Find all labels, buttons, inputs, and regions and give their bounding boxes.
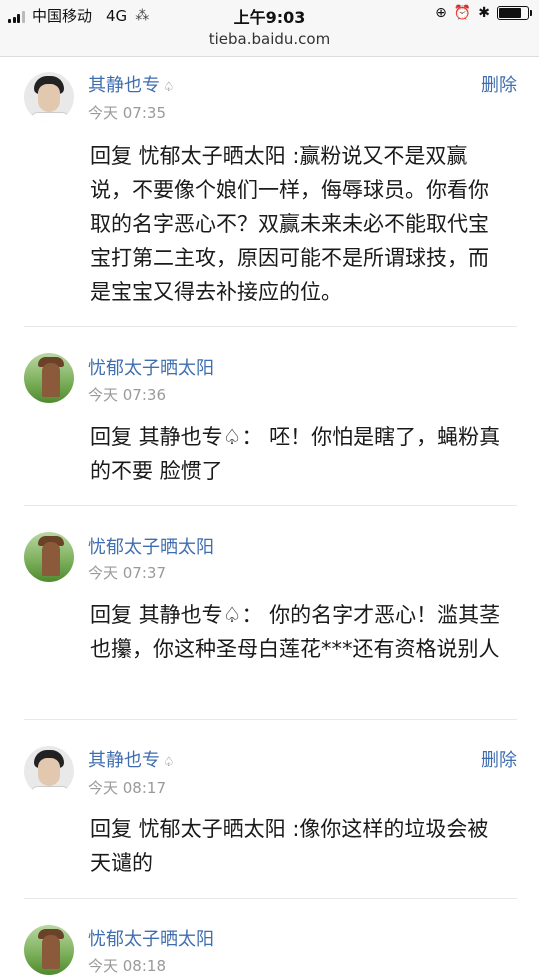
username[interactable]: 忧郁太子晒太阳: [88, 533, 214, 559]
reply-text: 回复 其静也专♤： 呸！你怕是瞎了，蝇粉真的不要 脸惯了: [90, 425, 501, 483]
delete-button[interactable]: 删除: [481, 71, 517, 97]
bluetooth-icon: ✱: [478, 5, 490, 21]
url-bar[interactable]: tieba.baidu.com: [0, 30, 539, 48]
reply-text: 回复 忧郁太子晒太阳 :赢粉说又不是双赢说，不要像个娘们一样，侮辱球员。你看你取…: [90, 144, 489, 304]
status-bar: 中国移动 4G ⁂ 上午9:03 ⊕ ⏰ ✱ tieba.baidu.com: [0, 0, 539, 57]
badge-icon: ♤: [163, 80, 175, 95]
alarm-icon: ⏰: [453, 5, 472, 21]
battery-icon: [497, 6, 532, 20]
reply-item: 忧郁太子晒太阳 今天 08:18: [24, 899, 517, 979]
avatar[interactable]: [24, 353, 74, 403]
reply-item: 忧郁太子晒太阳 今天 07:37 回复 其静也专♤： 你的名字才恶心！滥其茎也攥…: [24, 506, 517, 720]
reply-item: 其静也专 ♤ 删除 今天 07:35 回复 忧郁太子晒太阳 :赢粉说又不是双赢说，…: [24, 57, 517, 327]
username[interactable]: 其静也专 ♤: [88, 746, 175, 772]
reply-item: 其静也专 ♤ 删除 今天 08:17 回复 忧郁太子晒太阳 :像你这样的垃圾会被天…: [24, 720, 517, 899]
badge-icon: ♤: [163, 755, 175, 770]
rotation-lock-icon: ⊕: [435, 5, 447, 21]
username[interactable]: 忧郁太子晒太阳: [88, 354, 214, 380]
timestamp: 今天 07:37: [88, 564, 166, 582]
timestamp: 今天 07:36: [88, 386, 166, 404]
reply-text: 回复 其静也专♤： 你的名字才恶心！滥其茎也攥，你这种圣母白莲花***还有资格说…: [90, 603, 501, 661]
username[interactable]: 忧郁太子晒太阳: [88, 925, 214, 951]
delete-button[interactable]: 删除: [481, 746, 517, 772]
reply-list: 其静也专 ♤ 删除 今天 07:35 回复 忧郁太子晒太阳 :赢粉说又不是双赢说，…: [0, 57, 539, 979]
reply-item: 忧郁太子晒太阳 今天 07:36 回复 其静也专♤： 呸！你怕是瞎了，蝇粉真的不…: [24, 327, 517, 506]
timestamp: 今天 07:35: [88, 104, 166, 122]
reply-text: 回复 忧郁太子晒太阳 :像你这样的垃圾会被天谴的: [90, 817, 489, 875]
status-icons: ⊕ ⏰ ✱: [428, 5, 532, 21]
avatar[interactable]: [24, 925, 74, 975]
avatar[interactable]: [24, 532, 74, 582]
username[interactable]: 其静也专 ♤: [88, 71, 175, 97]
avatar[interactable]: [24, 72, 74, 122]
avatar[interactable]: [24, 746, 74, 796]
timestamp: 今天 08:18: [88, 957, 166, 975]
timestamp: 今天 08:17: [88, 779, 166, 797]
